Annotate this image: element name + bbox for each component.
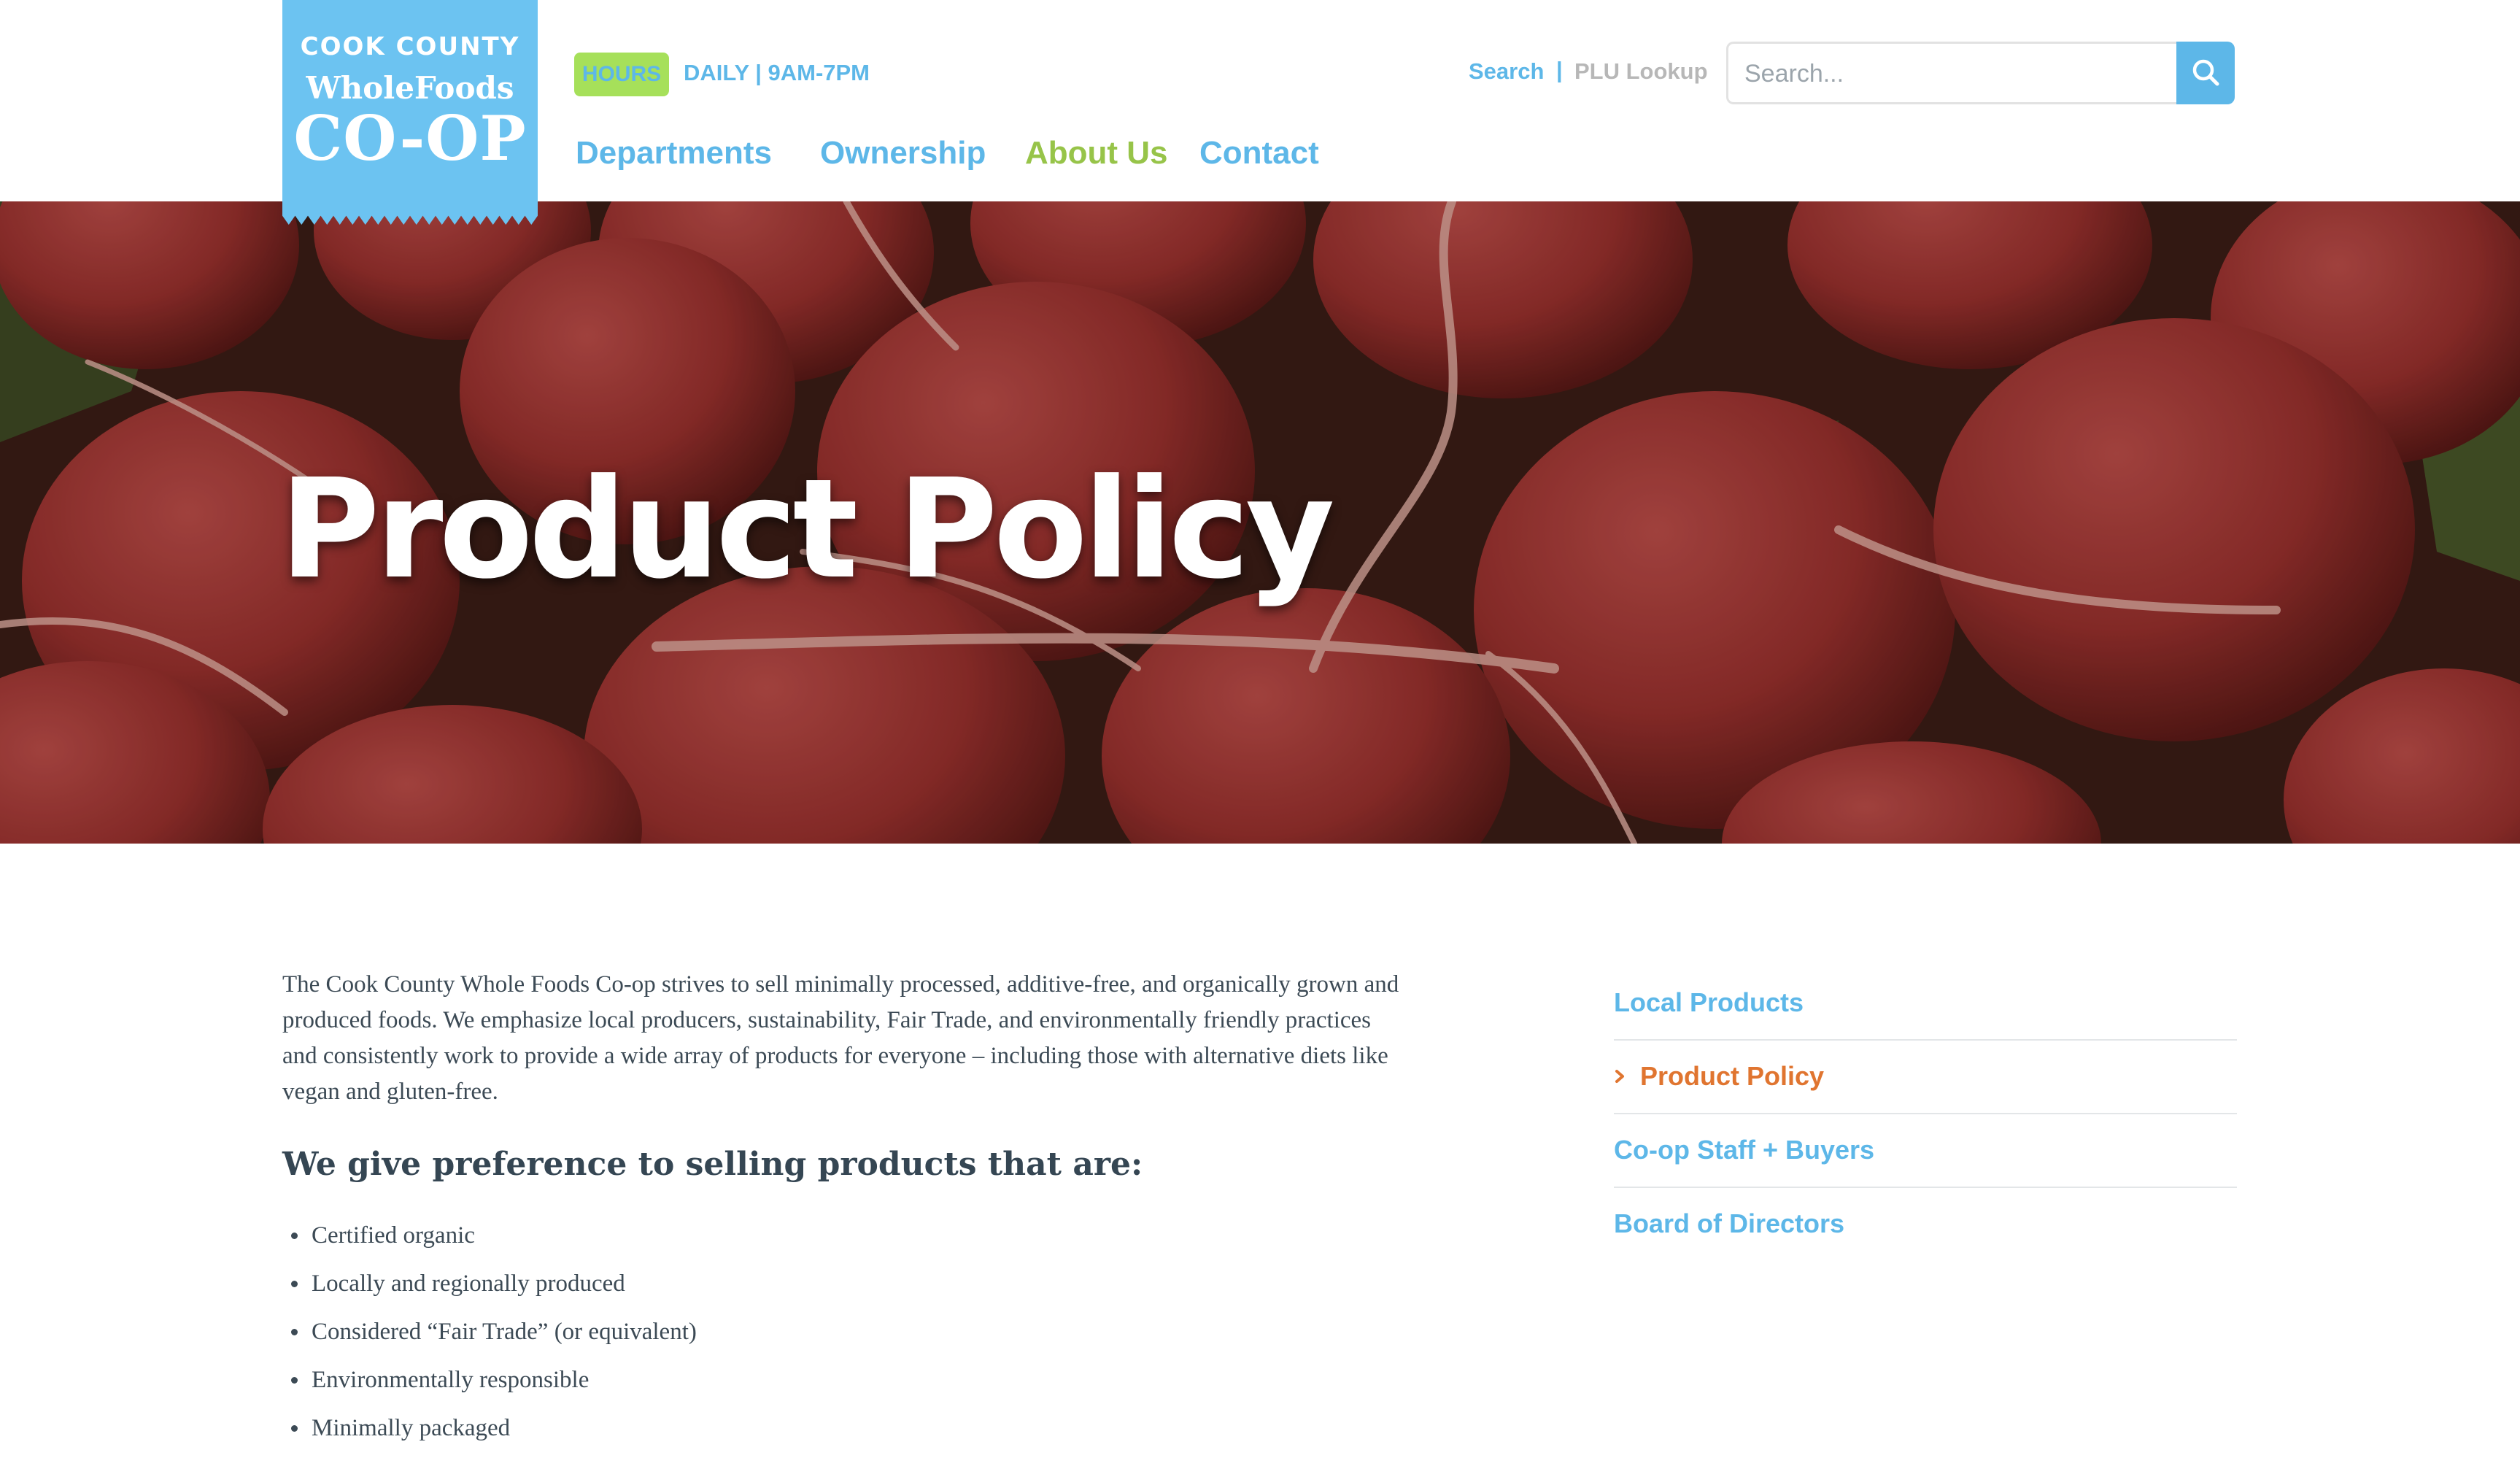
list-item: Minimally packaged xyxy=(282,1410,697,1458)
bullet-icon xyxy=(291,1281,298,1287)
hero-banner: Product Policy xyxy=(0,201,2520,844)
sidebar-item-label[interactable]: Local Products xyxy=(1614,987,1804,1018)
coop-logo[interactable]: COOK COUNTY WholeFoods CO-OP xyxy=(282,0,538,225)
bullet-icon xyxy=(291,1377,298,1384)
list-item-text: Certified organic xyxy=(312,1222,475,1249)
search-link[interactable]: Search xyxy=(1469,58,1544,85)
list-item-text: Minimally packaged xyxy=(312,1415,511,1441)
preferences-list: Certified organic Locally and regionally… xyxy=(282,1217,697,1458)
preferences-heading: We give preference to selling products t… xyxy=(282,1146,1143,1183)
search-box xyxy=(1726,42,2176,104)
sidebar-item-local-products[interactable]: Local Products xyxy=(1614,967,2237,1041)
chevron-right-icon xyxy=(1615,1070,1624,1083)
sidebar-item-label[interactable]: Co-op Staff + Buyers xyxy=(1614,1135,1874,1165)
page-title: Product Policy xyxy=(279,450,1335,609)
bullet-icon xyxy=(291,1425,298,1432)
list-item: Locally and regionally produced xyxy=(282,1265,697,1314)
list-item: Environmentally responsible xyxy=(282,1362,697,1410)
nav-departments[interactable]: Departments xyxy=(576,135,772,171)
bullet-icon xyxy=(291,1233,298,1239)
nav-ownership[interactable]: Ownership xyxy=(820,135,986,171)
sidebar-item-label[interactable]: Board of Directors xyxy=(1614,1208,1844,1239)
logo-line-1: COOK COUNTY xyxy=(300,32,520,61)
nav-about-us[interactable]: About Us xyxy=(1025,135,1168,171)
nav-contact[interactable]: Contact xyxy=(1199,135,1319,171)
sidebar-item-staff-buyers[interactable]: Co-op Staff + Buyers xyxy=(1614,1114,2237,1188)
search-icon xyxy=(2192,59,2219,86)
hours-text: DAILY | 9AM-7PM xyxy=(684,60,870,85)
list-item: Certified organic xyxy=(282,1217,697,1265)
search-input[interactable] xyxy=(1743,44,2169,104)
list-item: Considered “Fair Trade” (or equivalent) xyxy=(282,1314,697,1362)
list-item-text: Locally and regionally produced xyxy=(312,1270,625,1297)
sidebar-item-label[interactable]: Product Policy xyxy=(1640,1061,1824,1092)
intro-paragraph: The Cook County Whole Foods Co-op strive… xyxy=(282,971,1399,1105)
logo-line-3: CO-OP xyxy=(293,102,527,174)
hours-badge: HOURS xyxy=(574,53,669,96)
search-button[interactable] xyxy=(2176,42,2235,104)
logo-line-2: WholeFoods xyxy=(306,70,514,106)
sidebar-item-product-policy[interactable]: Product Policy xyxy=(1614,1041,2237,1114)
bullet-icon xyxy=(291,1329,298,1335)
sidebar-nav: Local Products Product Policy Co-op Staf… xyxy=(1614,967,2237,1262)
utility-separator: | xyxy=(1556,57,1563,82)
plu-lookup-link[interactable]: PLU Lookup xyxy=(1574,58,1708,85)
list-item-text: Considered “Fair Trade” (or equivalent) xyxy=(312,1319,697,1345)
sidebar-item-board[interactable]: Board of Directors xyxy=(1614,1188,2237,1262)
list-item-text: Environmentally responsible xyxy=(312,1367,590,1393)
